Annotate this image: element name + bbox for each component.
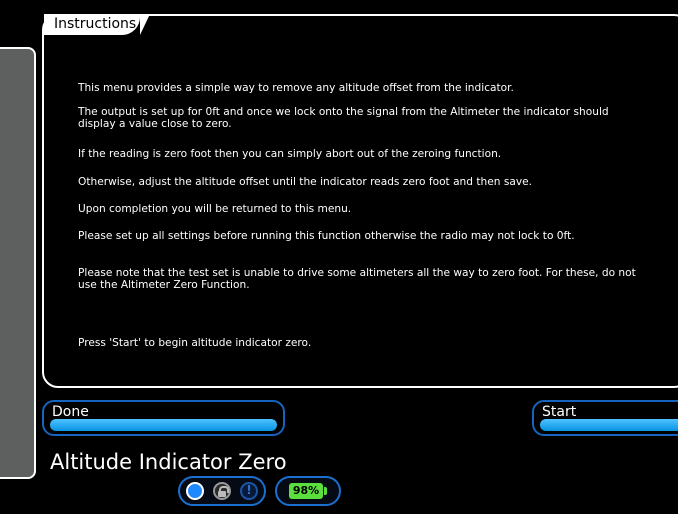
instruction-line-6: Please set up all settings before runnin… — [78, 230, 575, 242]
battery-tip — [324, 487, 327, 495]
instruction-line-5: Upon completion you will be returned to … — [78, 203, 352, 215]
instruction-line-2: The output is set up for 0ft and once we… — [78, 106, 609, 130]
start-button-bar — [540, 419, 678, 431]
instruction-line-1: This menu provides a simple way to remov… — [78, 82, 514, 94]
instruction-line-7: Please note that the test set is unable … — [78, 267, 636, 291]
done-button-label: Done — [52, 404, 89, 420]
instruction-line-3: If the reading is zero foot then you can… — [78, 148, 502, 160]
instruction-line-8: Press 'Start' to begin altitude indicato… — [78, 337, 312, 349]
side-rail — [0, 47, 36, 479]
circle-status-icon[interactable] — [186, 482, 204, 500]
status-icons-pill[interactable]: ! — [178, 476, 266, 506]
instructions-panel — [42, 14, 678, 388]
battery-icon: 98% — [289, 483, 323, 499]
done-button[interactable]: Done — [42, 400, 285, 436]
done-button-bar — [50, 419, 277, 431]
start-button-label: Start — [542, 404, 577, 420]
alert-icon[interactable]: ! — [240, 482, 258, 500]
lock-icon[interactable] — [213, 482, 231, 500]
battery-pill: 98% — [275, 476, 341, 506]
instructions-tab: Instructions — [44, 14, 150, 35]
start-button[interactable]: Start — [532, 400, 678, 436]
alert-glyph: ! — [246, 483, 252, 497]
screen-title: Altitude Indicator Zero — [50, 450, 287, 474]
instruction-line-4: Otherwise, adjust the altitude offset un… — [78, 176, 532, 188]
